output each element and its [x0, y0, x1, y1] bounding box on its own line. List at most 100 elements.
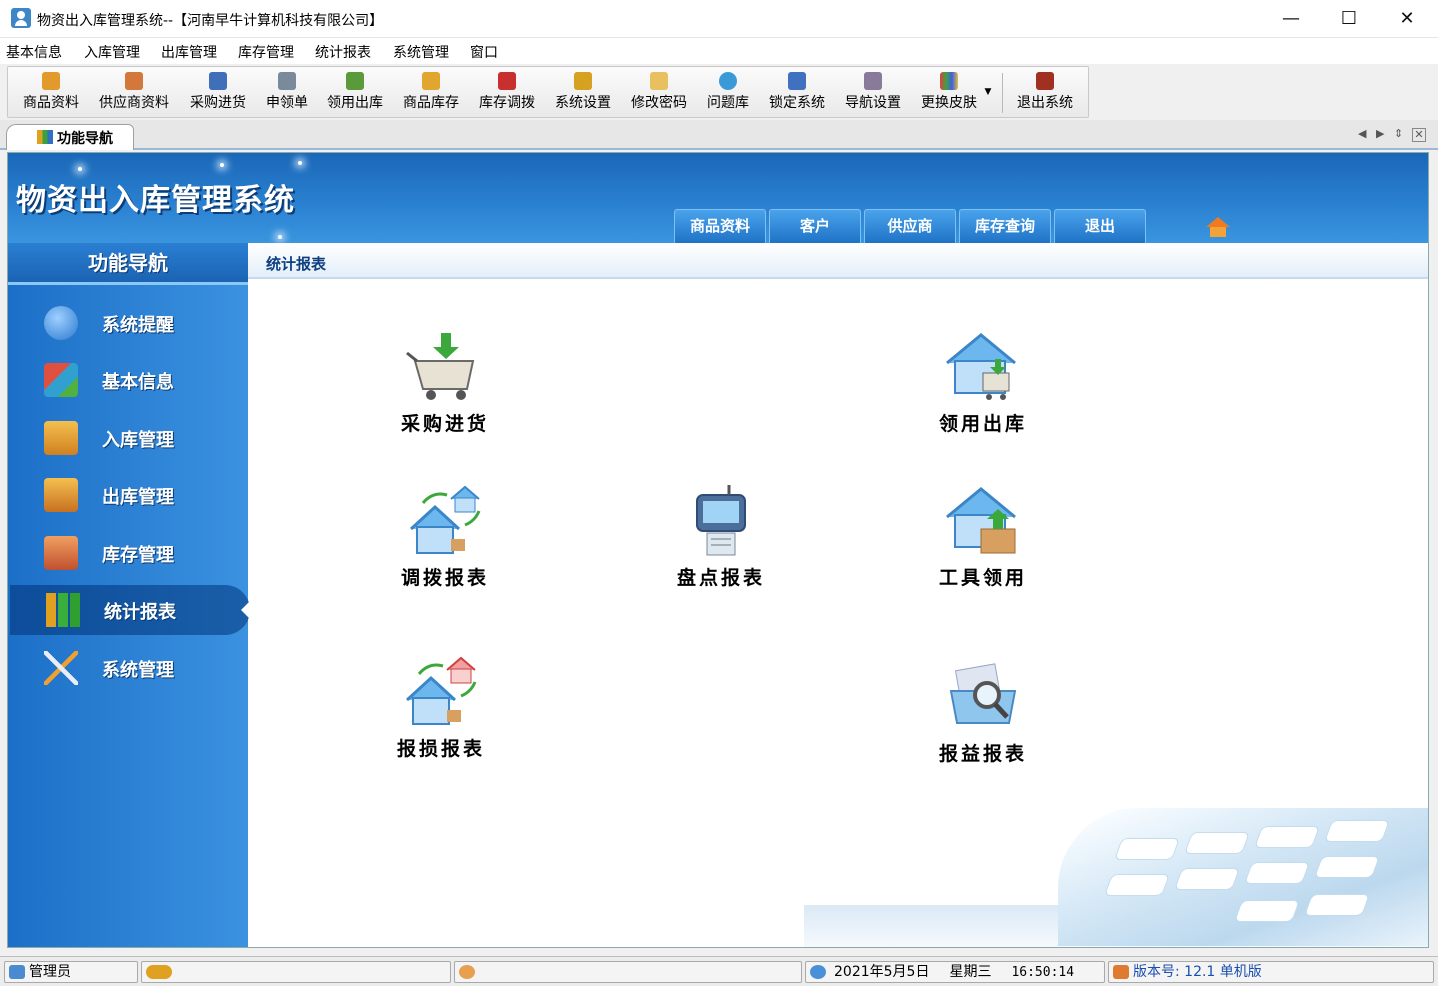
box-icon: [422, 72, 440, 90]
cubes-icon: [44, 363, 78, 397]
tab-list-icon[interactable]: ⇕: [1394, 127, 1403, 140]
sidebar-item-basic-info[interactable]: 基本信息: [8, 355, 248, 405]
status-message: [454, 961, 802, 983]
transfer-icon: [498, 72, 516, 90]
menu-system[interactable]: 系统管理: [393, 42, 449, 62]
folder-search-icon: [943, 661, 1023, 733]
toolbar-purchase-button[interactable]: 采购进货: [185, 67, 251, 117]
menu-basic-info[interactable]: 基本信息: [6, 42, 62, 62]
window-title: 物资出入库管理系统--【河南早牛计算机科技有限公司】: [37, 13, 384, 29]
menu-reports[interactable]: 统计报表: [315, 42, 371, 62]
warehouse-icon: [44, 536, 78, 570]
house-cart-icon: [943, 331, 1023, 403]
sidebar-item-reminders[interactable]: 系统提醒: [8, 298, 248, 348]
func-damage-report[interactable]: 报损报表: [376, 656, 506, 761]
func-transfer-report[interactable]: 调拨报表: [380, 485, 510, 590]
banner-tab-exit[interactable]: 退出: [1054, 209, 1146, 243]
tab-close-icon[interactable]: ✕: [1412, 128, 1426, 142]
home-icon[interactable]: [1206, 217, 1230, 237]
sidebar: 功能导航 系统提醒 基本信息 入库管理 出库管理 库存管理 统计报表 系统管理: [8, 243, 250, 947]
users-icon: [9, 965, 25, 979]
house-box-icon: [943, 485, 1023, 557]
title-bar: 物资出入库管理系统--【河南早牛计算机科技有限公司】 — ☐ ✕: [0, 0, 1438, 38]
toolbar-stock-button[interactable]: 商品库存: [398, 67, 464, 117]
sidebar-header: 功能导航: [8, 243, 248, 285]
status-datetime: 2021年5月5日 星期三 16:50:14: [805, 961, 1105, 983]
status-vip: [141, 961, 451, 983]
house-icon: [1113, 965, 1129, 979]
sidebar-item-reports[interactable]: 统计报表: [10, 585, 250, 635]
keyboard-decoration: [1058, 808, 1428, 946]
minimize-button[interactable]: —: [1262, 0, 1320, 38]
person-icon: [459, 965, 475, 979]
toolbar-lock-button[interactable]: 锁定系统: [764, 67, 830, 117]
star-decoration: [278, 235, 282, 239]
toolbar-exit-button[interactable]: 退出系统: [1012, 67, 1078, 117]
toolbar: 商品资料 供应商资料 采购进货 申领单 领用出库 商品库存 库存调拨 系统设置 …: [7, 66, 1089, 118]
toolbar-issue-button[interactable]: 领用出库: [322, 67, 388, 117]
tab-function-nav[interactable]: 功能导航: [6, 124, 134, 150]
content-header: 统计报表: [248, 243, 1428, 279]
tab-strip: 功能导航 ◀ ▶ ⇕ ✕: [0, 120, 1438, 150]
main-panel: 物资出入库管理系统 商品资料 客户 供应商 库存查询 退出 功能导航 系统提醒 …: [7, 152, 1429, 948]
scanner-icon: [681, 485, 761, 557]
exit-icon: [1036, 72, 1054, 90]
banner-tab-goods[interactable]: 商品资料: [674, 209, 766, 243]
chart-icon: [37, 130, 53, 144]
toolbar-faq-button[interactable]: 问题库: [702, 67, 754, 117]
func-gain-report[interactable]: 报益报表: [918, 661, 1048, 766]
bar-chart-icon: [46, 593, 80, 627]
status-version: 版本号: 12.1 单机版: [1108, 961, 1434, 983]
func-stocktake-report[interactable]: 盘点报表: [656, 485, 786, 590]
toolbar-settings-button[interactable]: 系统设置: [550, 67, 616, 117]
status-user: 管理员: [4, 961, 138, 983]
func-purchase[interactable]: 采购进货: [380, 331, 510, 436]
system-title: 物资出入库管理系统: [16, 183, 295, 218]
sidebar-item-stock-out[interactable]: 出库管理: [8, 470, 248, 520]
inbox-icon: [44, 421, 78, 455]
printer-icon: [278, 72, 296, 90]
sidebar-item-stock-in[interactable]: 入库管理: [8, 413, 248, 463]
banner-tab-suppliers[interactable]: 供应商: [864, 209, 956, 243]
banner-tab-customers[interactable]: 客户: [769, 209, 861, 243]
toolbar-skin-button[interactable]: 更换皮肤: [916, 67, 982, 117]
menu-window[interactable]: 窗口: [470, 42, 498, 62]
close-button[interactable]: ✕: [1378, 0, 1436, 38]
tab-scroll-right-icon[interactable]: ▶: [1376, 127, 1384, 140]
cart-icon: [405, 331, 485, 403]
info-icon: [44, 306, 78, 340]
maximize-button[interactable]: ☐: [1320, 0, 1378, 38]
app-icon: [11, 8, 31, 28]
menu-inventory[interactable]: 库存管理: [238, 42, 294, 62]
toolbar-goods-button[interactable]: 商品资料: [18, 67, 84, 117]
sidebar-item-system[interactable]: 系统管理: [8, 643, 248, 693]
globe-icon: [810, 965, 826, 979]
outbox-icon: [44, 478, 78, 512]
content-title: 统计报表: [266, 255, 327, 273]
banner: 物资出入库管理系统 商品资料 客户 供应商 库存查询 退出: [8, 153, 1428, 243]
supplier-icon: [125, 72, 143, 90]
house-damage-icon: [401, 656, 481, 728]
tab-scroll-left-icon[interactable]: ◀: [1358, 127, 1366, 140]
func-tool-issue[interactable]: 工具领用: [918, 485, 1048, 590]
toolbar-transfer-button[interactable]: 库存调拨: [474, 67, 540, 117]
goods-icon: [42, 72, 60, 90]
skin-dropdown-arrow[interactable]: ▼: [983, 87, 993, 101]
toolbar-separator: [1002, 73, 1003, 113]
star-decoration: [298, 161, 302, 165]
truck-icon: [209, 72, 227, 90]
star-decoration: [220, 163, 224, 167]
lock-icon: [788, 72, 806, 90]
toolbar-requisition-button[interactable]: 申领单: [261, 67, 313, 117]
sidebar-item-inventory[interactable]: 库存管理: [8, 528, 248, 578]
banner-tab-stock-query[interactable]: 库存查询: [959, 209, 1051, 243]
menu-stock-in[interactable]: 入库管理: [84, 42, 140, 62]
toolbar-password-button[interactable]: 修改密码: [626, 67, 692, 117]
question-icon: [719, 72, 737, 90]
menu-stock-out[interactable]: 出库管理: [161, 42, 217, 62]
star-decoration: [78, 167, 82, 171]
toolbar-supplier-button[interactable]: 供应商资料: [94, 67, 174, 117]
func-issue[interactable]: 领用出库: [918, 331, 1048, 436]
toolbar-nav-settings-button[interactable]: 导航设置: [840, 67, 906, 117]
palette-icon: [940, 72, 958, 90]
